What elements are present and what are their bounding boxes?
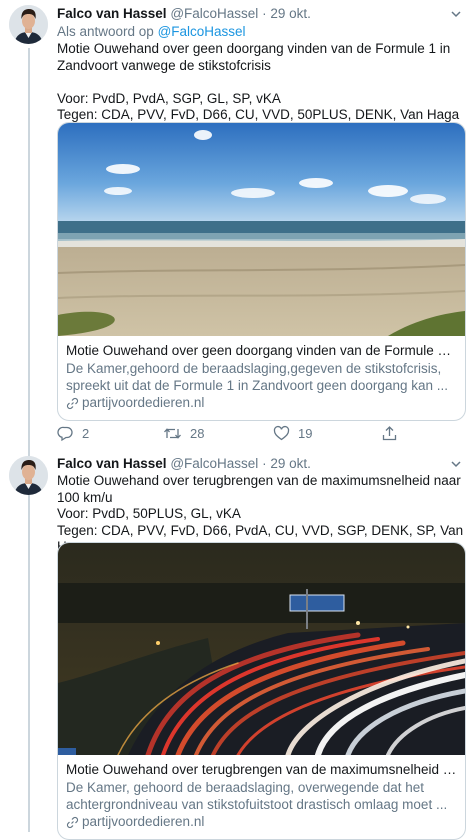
card-image bbox=[58, 543, 465, 755]
like-icon bbox=[273, 425, 290, 442]
link-card[interactable]: Motie Ouwehand over geen doorgang vinden… bbox=[57, 122, 466, 421]
tweet[interactable]: Falco van Hassel @FalcoHassel · 29 okt. … bbox=[0, 450, 476, 840]
card-description: De Kamer,gehoord de beraadslaging,gegeve… bbox=[66, 361, 448, 393]
chevron-down-icon[interactable] bbox=[450, 8, 462, 20]
reply-button[interactable]: 2 bbox=[57, 425, 89, 442]
tweet-actions: 2 28 19 bbox=[57, 425, 464, 447]
card-domain: partijvoordedieren.nl bbox=[66, 394, 457, 412]
link-icon bbox=[66, 816, 79, 829]
author-name[interactable]: Falco van Hassel bbox=[57, 6, 167, 21]
reply-context: Als antwoord op @FalcoHassel bbox=[57, 23, 464, 41]
card-description: De Kamer, gehoord de beraadslaging, over… bbox=[66, 780, 448, 812]
card-domain: partijvoordedieren.nl bbox=[66, 813, 457, 831]
share-icon bbox=[381, 425, 398, 442]
like-count: 19 bbox=[298, 426, 313, 441]
retweet-icon bbox=[163, 425, 182, 442]
tweet-date[interactable]: 29 okt. bbox=[270, 6, 311, 21]
chevron-down-icon[interactable] bbox=[450, 458, 462, 470]
link-icon bbox=[66, 397, 79, 410]
share-button[interactable] bbox=[381, 425, 398, 442]
reply-icon bbox=[57, 425, 74, 442]
reply-count: 2 bbox=[82, 426, 90, 441]
tweet-date[interactable]: 29 okt. bbox=[270, 456, 311, 471]
avatar[interactable] bbox=[9, 456, 48, 495]
card-domain-text: partijvoordedieren.nl bbox=[82, 814, 205, 829]
card-image bbox=[58, 123, 465, 336]
author-handle[interactable]: @FalcoHassel bbox=[170, 6, 258, 21]
retweet-count: 28 bbox=[190, 426, 205, 441]
tweet-text: Motie Ouwehand over geen doorgang vinden… bbox=[57, 41, 460, 122]
avatar[interactable] bbox=[9, 5, 48, 44]
reply-prefix: Als antwoord op bbox=[57, 24, 154, 39]
author-name[interactable]: Falco van Hassel bbox=[57, 456, 167, 471]
author-handle[interactable]: @FalcoHassel bbox=[170, 456, 258, 471]
card-title: Motie Ouwehand over terugbrengen van de … bbox=[66, 762, 457, 777]
tweet[interactable]: Falco van Hassel @FalcoHassel · 29 okt. … bbox=[0, 0, 476, 450]
separator-dot: · bbox=[262, 6, 267, 21]
reply-handle-link[interactable]: @FalcoHassel bbox=[158, 24, 246, 39]
tweet-header: Falco van Hassel @FalcoHassel · 29 okt. bbox=[57, 455, 464, 473]
like-button[interactable]: 19 bbox=[273, 425, 312, 442]
card-title: Motie Ouwehand over geen doorgang vinden… bbox=[66, 343, 457, 358]
separator-dot: · bbox=[262, 456, 267, 471]
retweet-button[interactable]: 28 bbox=[163, 425, 204, 442]
link-card[interactable]: Motie Ouwehand over terugbrengen van de … bbox=[57, 542, 466, 840]
tweet-header: Falco van Hassel @FalcoHassel · 29 okt. bbox=[57, 5, 464, 23]
card-domain-text: partijvoordedieren.nl bbox=[82, 395, 205, 410]
